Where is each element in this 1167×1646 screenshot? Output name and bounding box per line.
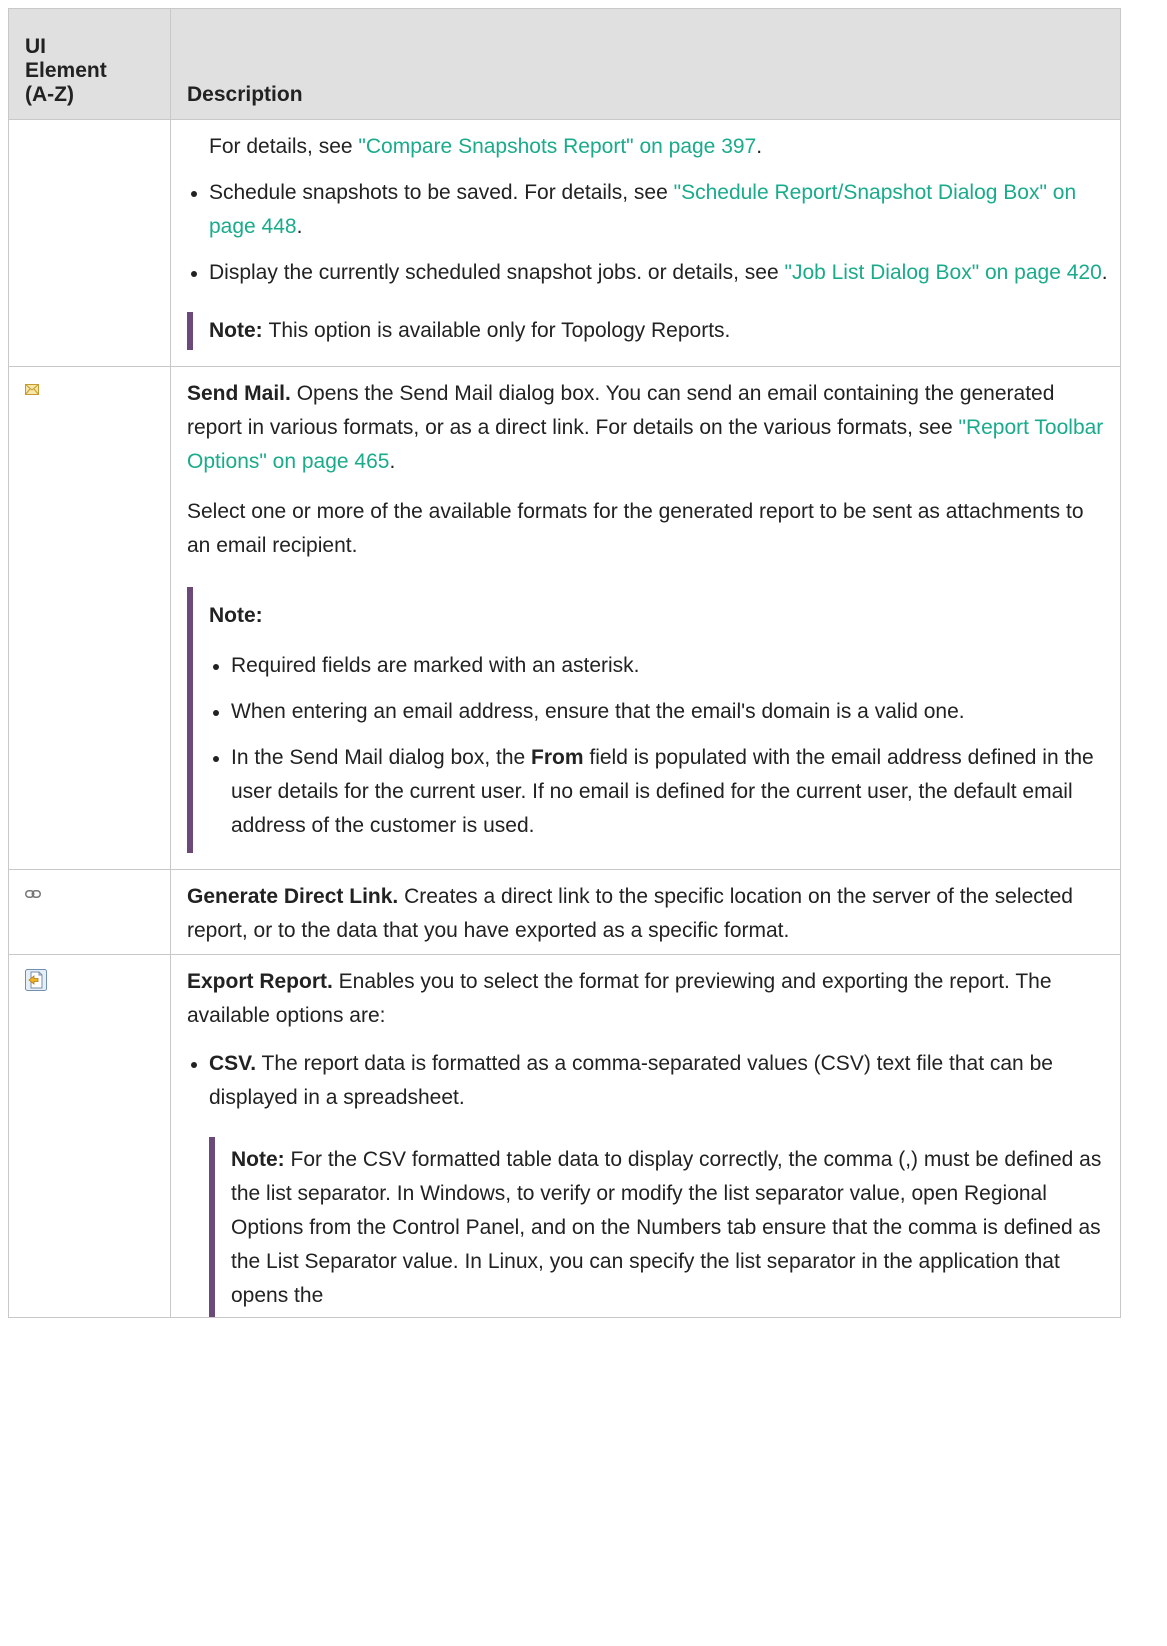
note-text: This option is available only for Topolo… xyxy=(268,319,731,342)
send-mail-text: Opens the Send Mail dialog box. You can … xyxy=(187,382,1055,439)
ui-elements-table: UI Element (A-Z) Description For details… xyxy=(8,8,1121,1318)
table-row: Send Mail. Opens the Send Mail dialog bo… xyxy=(8,366,1121,870)
job-list-link[interactable]: "Job List Dialog Box" on page 420 xyxy=(784,261,1101,284)
note-box: Note: Required fields are marked with an… xyxy=(187,587,1110,853)
icon-cell xyxy=(8,869,171,955)
list-item: Required fields are marked with an aster… xyxy=(209,649,1110,683)
list-item: CSV. The report data is formatted as a c… xyxy=(187,1047,1110,1115)
header-az-line: (A-Z) xyxy=(25,83,74,106)
note-label: Note: xyxy=(209,604,263,627)
send-mail-title: Send Mail. xyxy=(187,382,291,405)
table-header-row: UI Element (A-Z) Description xyxy=(8,8,1121,120)
direct-link-paragraph: Generate Direct Link. Creates a direct l… xyxy=(187,870,1110,954)
bullet-end: . xyxy=(1101,261,1108,284)
send-mail-end: . xyxy=(389,450,396,473)
icon-cell xyxy=(8,366,171,870)
table-row: Generate Direct Link. Creates a direct l… xyxy=(8,869,1121,955)
direct-link-title: Generate Direct Link. xyxy=(187,885,399,908)
header-description: Description xyxy=(170,8,1121,120)
note-bullet-list: Required fields are marked with an aster… xyxy=(209,649,1110,843)
continuation-line: For details, see "Compare Snapshots Repo… xyxy=(187,120,1110,164)
send-mail-paragraph: Send Mail. Opens the Send Mail dialog bo… xyxy=(187,367,1110,479)
bullet-text: Schedule snapshots to be saved. For deta… xyxy=(209,181,674,204)
export-icon xyxy=(25,969,47,997)
csv-option-title: CSV. xyxy=(209,1052,257,1075)
continuation-text: For details, see xyxy=(209,135,359,158)
export-options-list: CSV. The report data is formatted as a c… xyxy=(187,1047,1110,1115)
send-mail-paragraph-2: Select one or more of the available form… xyxy=(187,500,1084,557)
from-field-label: From xyxy=(531,746,584,769)
list-item: When entering an email address, ensure t… xyxy=(209,695,1110,729)
bullet-text: In the Send Mail dialog box, the xyxy=(231,746,532,769)
list-item: Display the currently scheduled snapshot… xyxy=(187,256,1110,290)
link-icon xyxy=(25,880,41,904)
export-report-paragraph: Export Report. Enables you to select the… xyxy=(187,955,1110,1033)
compare-snapshots-link[interactable]: "Compare Snapshots Report" on page 397 xyxy=(358,135,756,158)
bullet-end: . xyxy=(296,215,303,238)
description-cell: Generate Direct Link. Creates a direct l… xyxy=(170,869,1121,955)
bullet-text: Display the currently scheduled snapshot… xyxy=(209,261,785,284)
header-ui-line: UI xyxy=(25,35,46,58)
header-element-line: Element xyxy=(25,59,107,82)
description-cell: Send Mail. Opens the Send Mail dialog bo… xyxy=(170,366,1121,870)
empty-icon-cell xyxy=(8,119,171,367)
note-box: Note: For the CSV formatted table data t… xyxy=(209,1137,1110,1317)
export-report-title: Export Report. xyxy=(187,970,333,993)
icon-cell xyxy=(8,954,171,1318)
note-label: Note: xyxy=(231,1148,285,1171)
envelope-icon xyxy=(25,377,39,401)
note-box: Note: This option is available only for … xyxy=(187,312,1110,350)
list-item: In the Send Mail dialog box, the From fi… xyxy=(209,741,1110,843)
description-cell: For details, see "Compare Snapshots Repo… xyxy=(170,119,1121,367)
snapshot-bullet-list: Schedule snapshots to be saved. For deta… xyxy=(187,176,1110,290)
table-row: For details, see "Compare Snapshots Repo… xyxy=(8,119,1121,367)
csv-option-text: The report data is formatted as a comma-… xyxy=(209,1052,1053,1109)
continuation-end: . xyxy=(756,135,763,158)
note-text: For the CSV formatted table data to disp… xyxy=(231,1148,1102,1307)
note-label: Note: xyxy=(209,319,263,342)
header-ui-element: UI Element (A-Z) xyxy=(8,8,171,120)
list-item: Schedule snapshots to be saved. For deta… xyxy=(187,176,1110,244)
table-row: Export Report. Enables you to select the… xyxy=(8,954,1121,1318)
header-description-text: Description xyxy=(187,83,303,106)
description-cell: Export Report. Enables you to select the… xyxy=(170,954,1121,1318)
